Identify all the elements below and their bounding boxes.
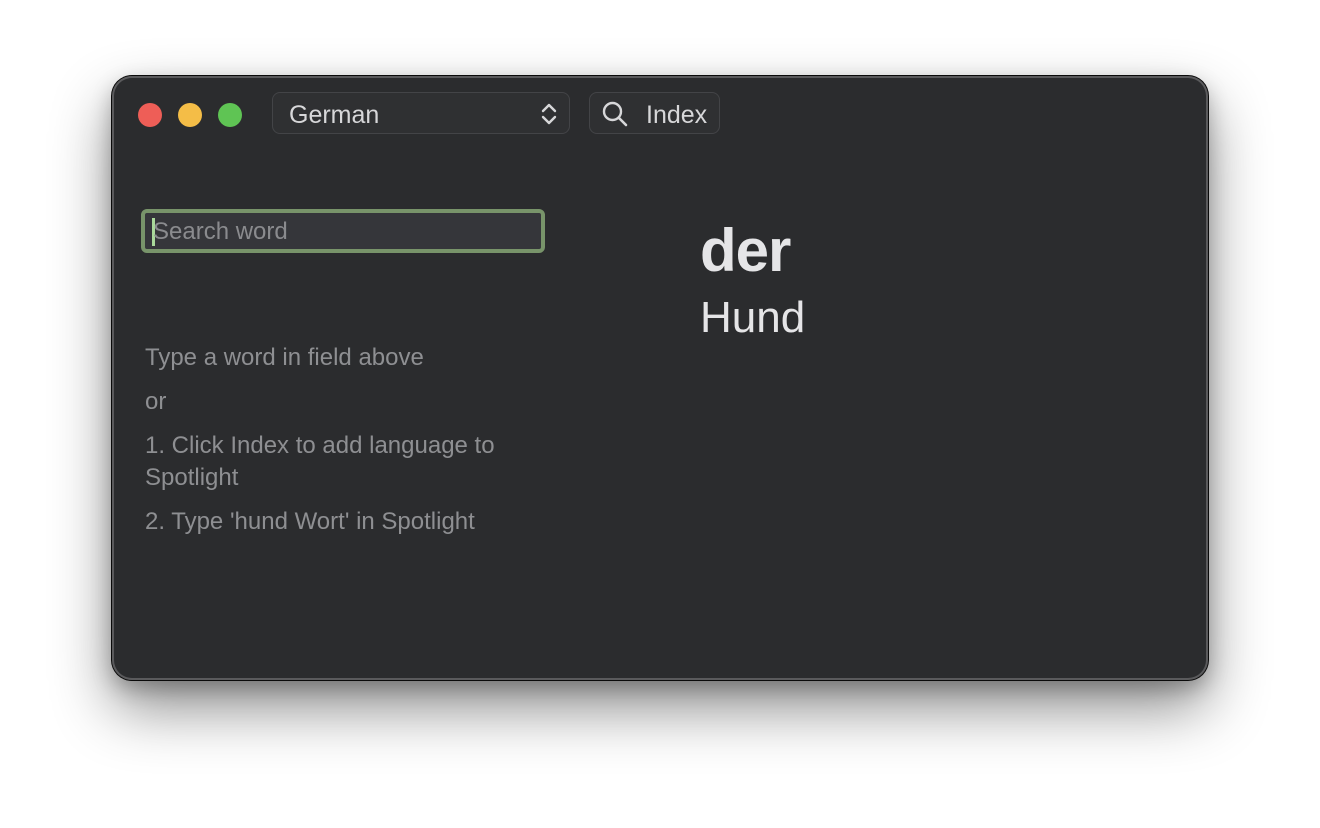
index-button-label: Index xyxy=(646,101,708,129)
result-panel: der Hund xyxy=(700,214,805,346)
magnifying-glass-icon xyxy=(602,101,628,127)
help-step-2: 2. Type 'hund Wort' in Spotlight xyxy=(145,508,475,535)
help-line-1: Type a word in field above xyxy=(145,344,424,371)
close-button[interactable] xyxy=(138,103,162,127)
app-window: German Index Type a word in field above … xyxy=(112,76,1208,680)
index-button[interactable]: Index xyxy=(589,92,720,134)
result-article: der xyxy=(700,217,791,284)
chevron-up-down-icon xyxy=(541,103,557,125)
minimize-button[interactable] xyxy=(178,103,202,127)
language-select[interactable]: German xyxy=(272,92,570,134)
maximize-button[interactable] xyxy=(218,103,242,127)
help-instructions: Type a word in field above or 1. Click I… xyxy=(145,342,545,550)
help-step-1: 1. Click Index to add language to Spotli… xyxy=(145,432,495,491)
help-line-2: or xyxy=(145,388,167,415)
language-select-value: German xyxy=(289,101,380,129)
search-field[interactable] xyxy=(141,209,545,253)
search-input[interactable] xyxy=(153,216,533,248)
result-noun: Hund xyxy=(700,293,806,342)
